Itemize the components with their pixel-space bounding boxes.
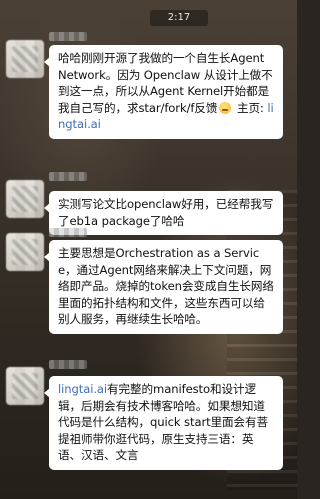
sender-name-redacted (49, 360, 87, 369)
message-text: 实测写论文比openclaw好用，已经帮我写了eb1a package了哈哈 (58, 197, 274, 228)
avatar[interactable] (6, 233, 44, 271)
avatar[interactable] (6, 40, 44, 78)
avatar[interactable] (6, 180, 44, 218)
sweat-smile-icon (219, 101, 232, 114)
message-text: lingtai.ai有完整的manifesto和设计逻辑，后期会有技术博客哈哈。… (58, 381, 275, 464)
message-bubble[interactable]: 哈哈刚刚开源了我做的一个自生长Agent Network。因为 Openclaw… (44, 45, 283, 139)
message-text-part: 主页: (233, 100, 268, 115)
sender-name-redacted (49, 228, 87, 237)
timestamp: 2:17 (150, 10, 208, 26)
message-text: 哈哈刚刚开源了我做的一个自生长Agent Network。因为 Openclaw… (58, 50, 275, 133)
homepage-link[interactable]: lingtai.ai (58, 382, 107, 396)
sender-name-redacted (49, 172, 87, 181)
message-bubble[interactable]: lingtai.ai有完整的manifesto和设计逻辑，后期会有技术博客哈哈。… (44, 376, 283, 470)
message-bubble[interactable]: 主要思想是Orchestration as a Service，通过Agent网… (44, 240, 283, 334)
message-text: 主要思想是Orchestration as a Service，通过Agent网… (58, 246, 274, 326)
sender-name-redacted (49, 32, 87, 41)
avatar[interactable] (6, 367, 44, 405)
